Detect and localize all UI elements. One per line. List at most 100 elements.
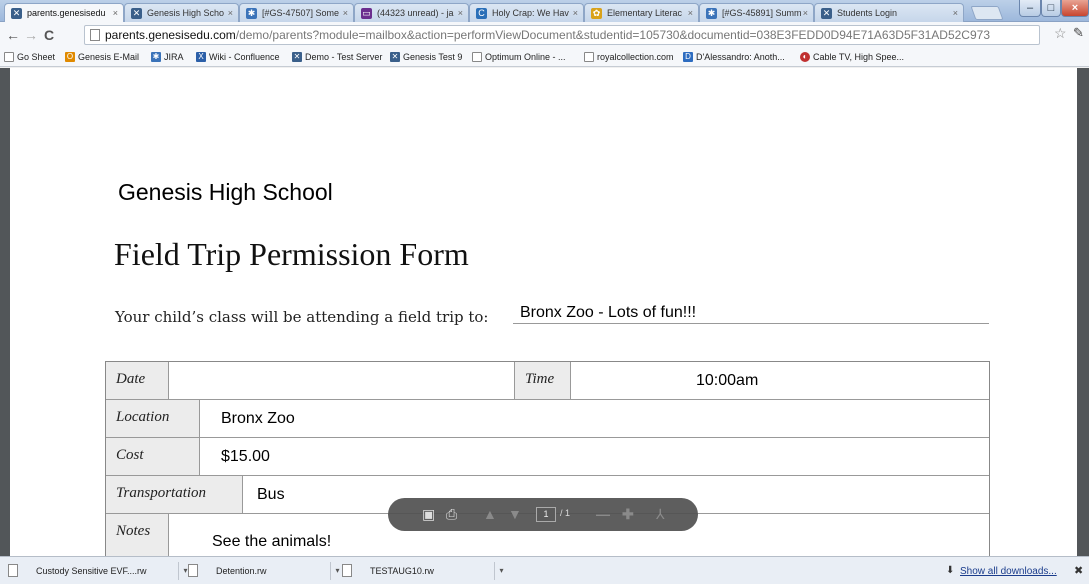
bookmark-optimum-online[interactable]: Optimum Online - ... (472, 51, 566, 64)
tab-jira-45891[interactable]: ✱ [#GS-45891] Summ × (699, 3, 814, 22)
url-path: /demo/parents?module=mailbox&action=perf… (235, 28, 990, 42)
intro-text: Your child’s class will be attending a f… (115, 308, 489, 326)
bookmark-label: Cable TV, High Spee... (813, 52, 905, 62)
download-shelf: Custody Sensitive EVF....rw ▾ Detention.… (0, 556, 1089, 584)
location-label: Location (106, 400, 200, 437)
pdf-page: Genesis High School Field Trip Permissio… (10, 68, 1077, 556)
tab-jira-47507[interactable]: ✱ [#GS-47507] Some × (239, 3, 354, 22)
bookmark-label: Demo - Test Server (305, 52, 383, 62)
close-icon[interactable]: × (228, 4, 233, 22)
bookmark-star-icon[interactable]: ☆ (1054, 25, 1067, 42)
save-icon[interactable]: ▣ (422, 505, 435, 523)
notes-value: See the animals! (212, 533, 332, 550)
date-label: Date (106, 362, 169, 399)
bookmark-jira[interactable]: ✱ JIRA (151, 51, 184, 64)
close-icon[interactable]: × (953, 4, 958, 22)
pdf-viewer[interactable]: Genesis High School Field Trip Permissio… (0, 68, 1089, 556)
bookmark-royalcollection[interactable]: royalcollection.com (584, 51, 674, 64)
tab-genesis-high-school[interactable]: ✕ Genesis High Scho × (124, 3, 239, 22)
table-row: Date Time 10:00am (106, 362, 989, 400)
time-label: Time (514, 362, 571, 399)
bookmarks-bar: Go Sheet O Genesis E-Mail ✱ JIRA X Wiki - C… (0, 48, 1089, 67)
transportation-label: Transportation (106, 476, 243, 513)
bookmark-cable-tv[interactable]: ◐ Cable TV, High Spee... (800, 51, 904, 64)
transportation-value: Bus (257, 486, 285, 503)
download-item[interactable]: TESTAUG10.rw (338, 561, 498, 581)
outlook-icon: O (65, 52, 75, 62)
address-bar[interactable]: parents.genesisedu.com/demo/parents?modu… (84, 25, 1040, 45)
page-number-input[interactable]: 1 (536, 507, 556, 522)
tab-elementary-literacy[interactable]: ✿ Elementary Literac × (584, 3, 699, 22)
minimize-button[interactable]: – (1019, 0, 1041, 17)
location-value: Bronx Zoo (221, 410, 295, 427)
bookmark-label: Go Sheet (17, 52, 56, 62)
destination-field: Bronx Zoo - Lots of fun!!! (513, 302, 989, 324)
tab-strip: ✕ parents.genesisedu × ✕ Genesis High Sc… (0, 0, 1089, 23)
bookmark-genesis-test-9[interactable]: ✕ Genesis Test 9 (390, 51, 462, 64)
tab-label: [#GS-47507] Some (262, 8, 340, 18)
print-icon[interactable]: ⎙ (446, 505, 457, 523)
jira-icon: ✱ (706, 8, 717, 19)
bookmark-label: royalcollection.com (597, 52, 674, 62)
jira-icon: ✱ (151, 52, 161, 62)
tab-mail-unread[interactable]: ▭ (44323 unread) - ja × (354, 3, 469, 22)
acrobat-icon[interactable]: ⅄ (656, 505, 665, 523)
bookmark-dalessandro[interactable]: D D'Alessandro: Anoth... (683, 51, 785, 64)
tab-label: Elementary Literac (607, 8, 683, 18)
bookmark-genesis-email[interactable]: O Genesis E-Mail (65, 51, 139, 64)
tab-label: (44323 unread) - ja (377, 8, 454, 18)
forward-arrow-icon[interactable]: → (24, 26, 38, 44)
bookmark-go-sheet[interactable]: Go Sheet (4, 51, 55, 64)
download-arrow-icon: ⬇ (946, 565, 955, 576)
form-title: Field Trip Permission Form (114, 236, 469, 272)
genesis-icon: ✕ (292, 52, 302, 62)
tab-label: [#GS-45891] Summ (722, 8, 802, 18)
page-total: / 1 (560, 508, 571, 518)
close-icon[interactable]: × (343, 4, 348, 22)
table-row: Location Bronx Zoo (106, 400, 989, 438)
literacy-icon: ✿ (591, 8, 602, 19)
mail-icon: ▭ (361, 8, 372, 19)
chevron-down-icon[interactable]: ▾ (494, 562, 508, 580)
bookmark-label: D'Alessandro: Anoth... (696, 52, 785, 62)
bookmark-wiki-confluence[interactable]: X Wiki - Confluence (196, 51, 280, 64)
close-icon[interactable]: × (688, 4, 693, 22)
maximize-button[interactable]: □ (1041, 0, 1061, 17)
download-filename: TESTAUG10.rw (370, 566, 434, 576)
prev-page-icon[interactable]: ▲ (483, 505, 497, 523)
page-icon (584, 52, 594, 62)
notes-label: Notes (106, 514, 169, 556)
tab-label: Holy Crap: We Hav (492, 8, 569, 18)
blog-icon: D (683, 52, 693, 62)
bookmark-label: JIRA (164, 52, 184, 62)
zoom-out-icon[interactable]: — (596, 505, 610, 523)
download-item[interactable]: Detention.rw (184, 561, 344, 581)
bookmark-label: Genesis Test 9 (403, 52, 463, 62)
bookmark-label: Wiki - Confluence (209, 52, 280, 62)
c-icon: C (476, 8, 487, 19)
bookmark-label: Genesis E-Mail (78, 52, 140, 62)
download-filename: Detention.rw (216, 566, 267, 576)
time-value: 10:00am (696, 372, 759, 389)
window-close-button[interactable]: × (1061, 0, 1089, 17)
bookmark-demo-test-server[interactable]: ✕ Demo - Test Server (292, 51, 382, 64)
reload-icon[interactable]: C (44, 26, 54, 44)
zoom-in-icon[interactable]: ✚ (622, 505, 634, 523)
next-page-icon[interactable]: ▼ (508, 505, 522, 523)
show-all-downloads-link[interactable]: Show all downloads... (960, 566, 1057, 577)
tab-students-login[interactable]: ✕ Students Login × (814, 3, 964, 22)
close-icon[interactable]: × (573, 4, 578, 22)
new-tab-button[interactable] (970, 6, 1004, 20)
close-icon[interactable]: × (803, 4, 808, 22)
table-row: Cost $15.00 (106, 438, 989, 476)
school-name: Genesis High School (118, 179, 333, 205)
close-icon[interactable]: ✖ (1074, 564, 1083, 577)
download-item[interactable]: Custody Sensitive EVF....rw (4, 561, 194, 581)
close-icon[interactable]: × (113, 4, 118, 23)
wrench-menu-icon[interactable]: ✎ (1073, 25, 1084, 41)
tab-holy-crap[interactable]: C Holy Crap: We Hav × (469, 3, 584, 22)
back-arrow-icon[interactable]: ← (6, 26, 20, 44)
genesis-icon: ✕ (390, 52, 400, 62)
tab-parents-genesis[interactable]: ✕ parents.genesisedu × (4, 3, 124, 23)
close-icon[interactable]: × (458, 4, 463, 22)
